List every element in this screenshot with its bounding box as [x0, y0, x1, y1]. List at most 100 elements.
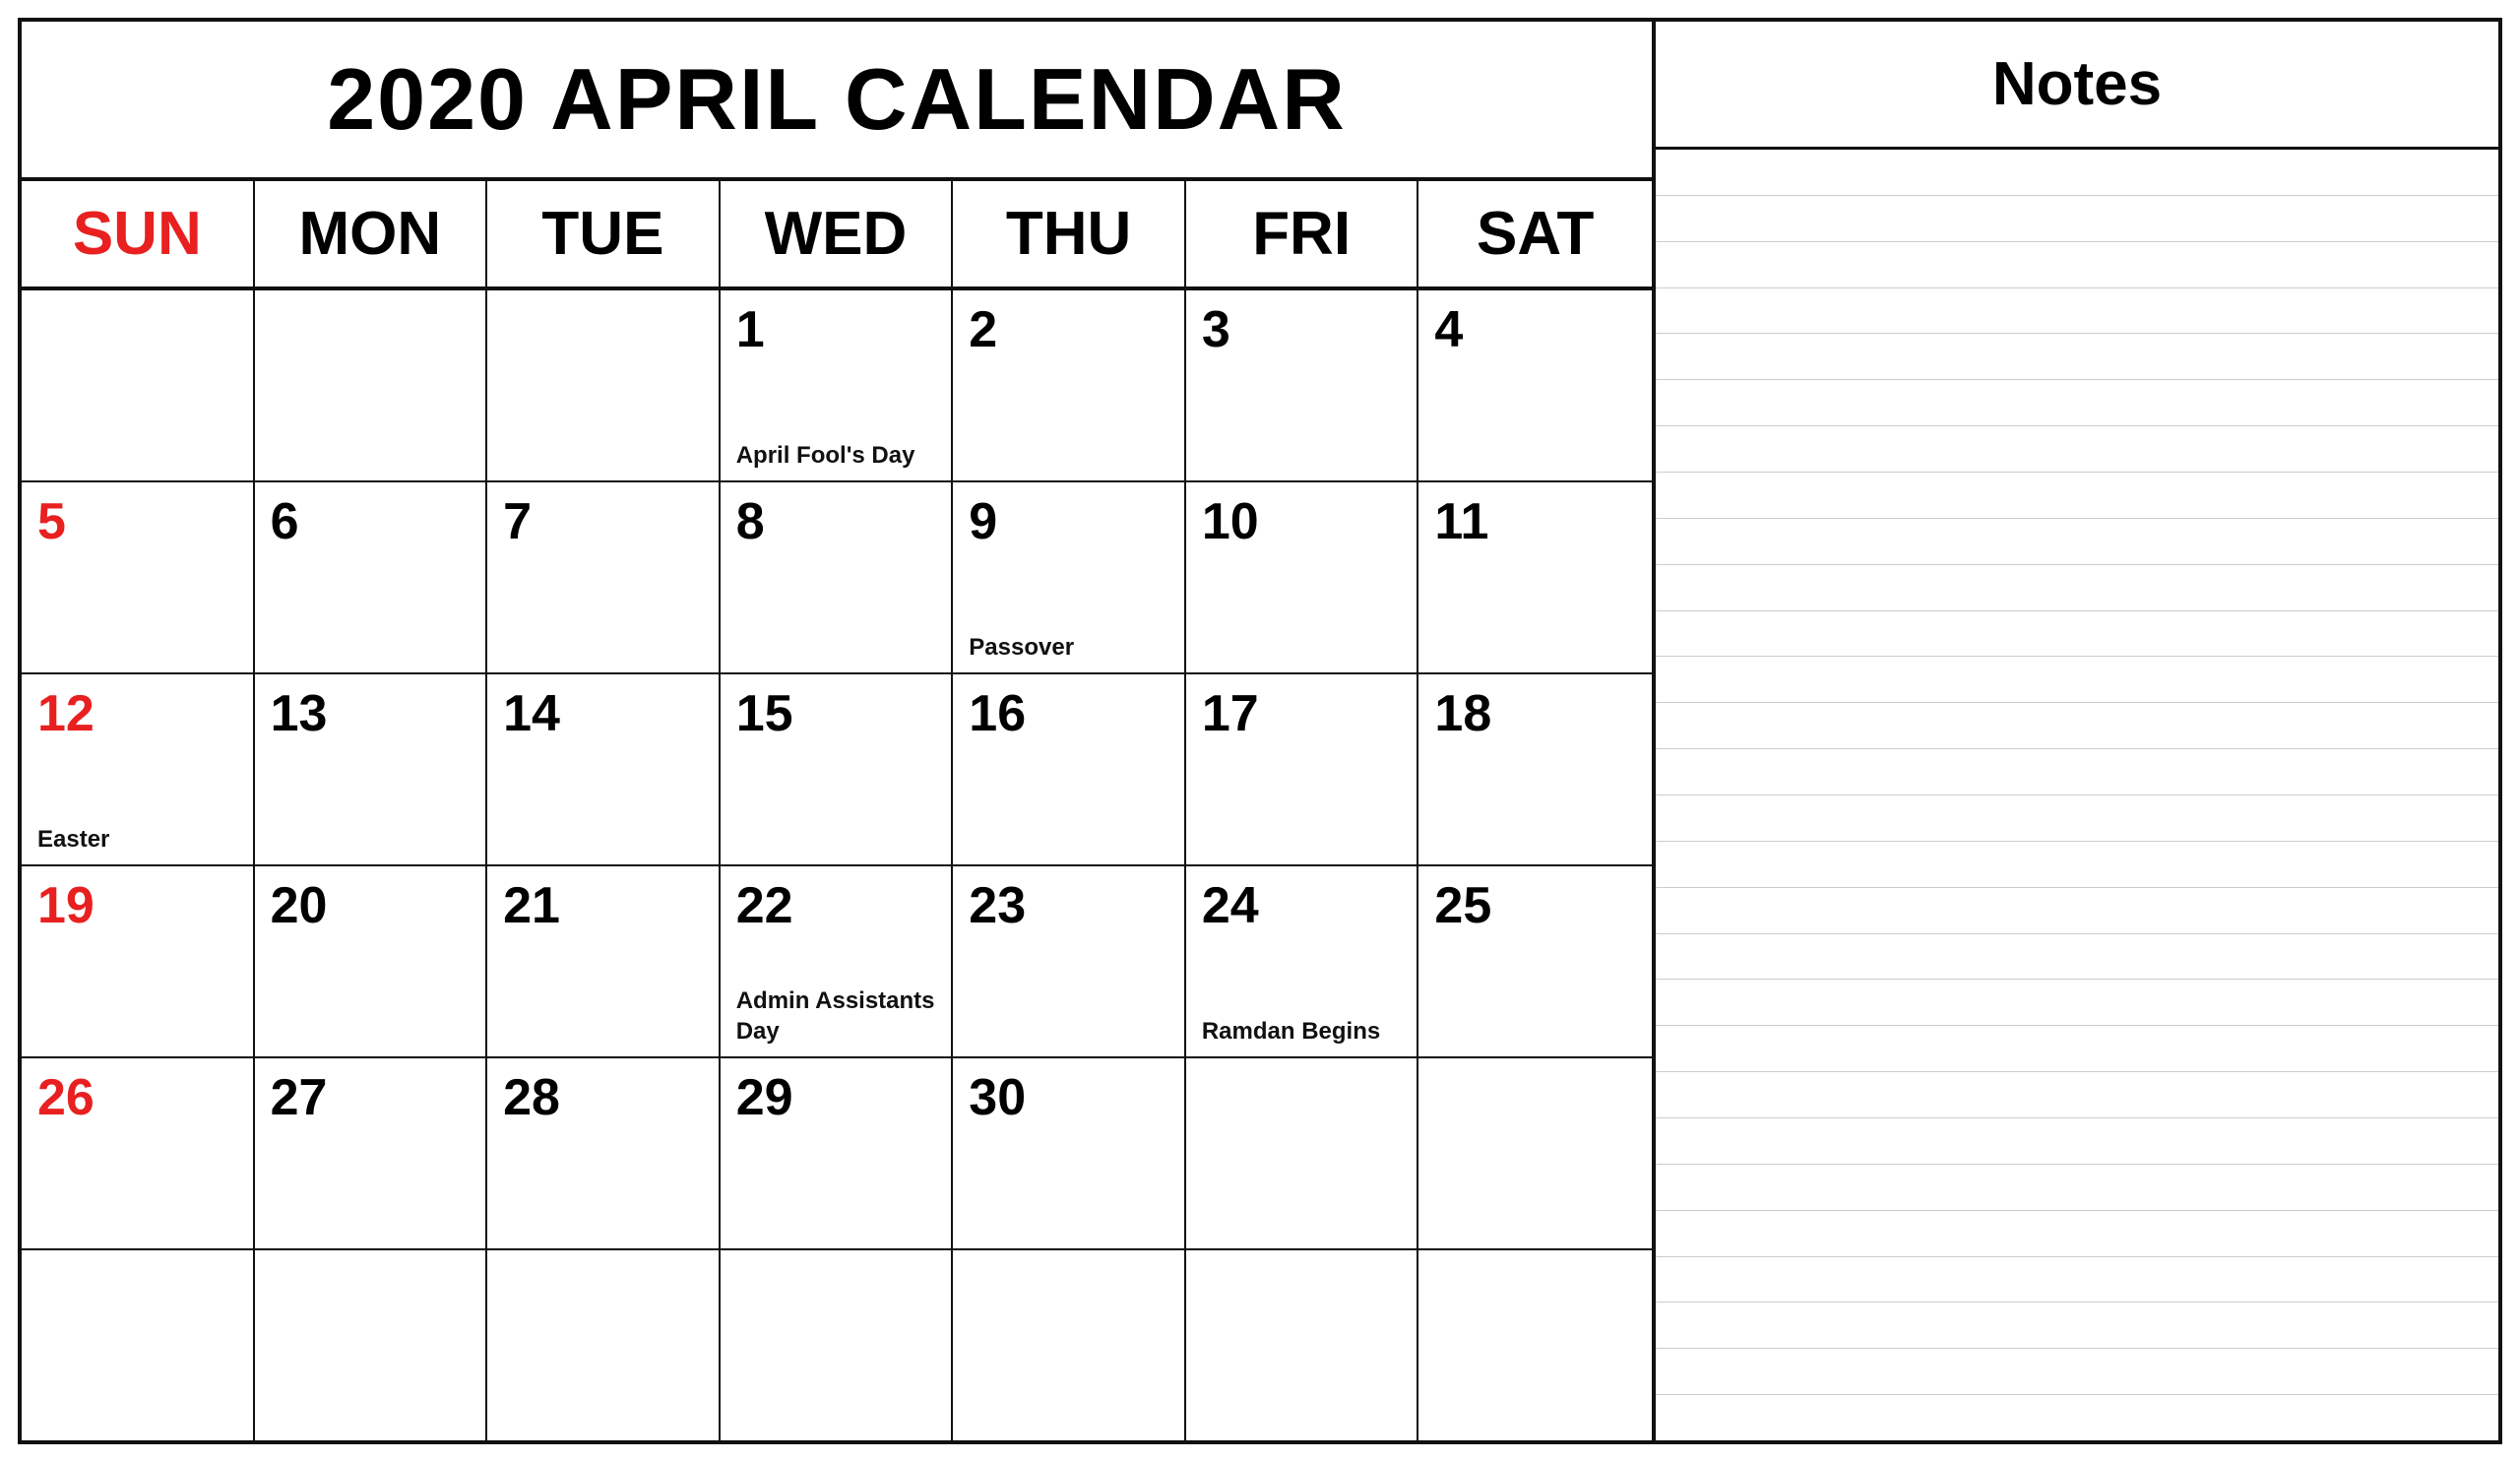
day-headers: SUNMONTUEWEDTHUFRISAT: [22, 181, 1652, 290]
day-number: 7: [503, 496, 532, 547]
day-cell: 8: [721, 482, 954, 672]
day-cell: 14: [487, 674, 721, 864]
notes-lines[interactable]: [1656, 150, 2498, 1440]
week-row-3: 19202122Admin Assistants Day2324Ramdan B…: [22, 866, 1652, 1058]
note-line[interactable]: [1656, 288, 2498, 335]
day-number: 25: [1434, 880, 1491, 931]
day-header-mon: MON: [255, 181, 488, 286]
day-header-thu: THU: [953, 181, 1186, 286]
note-line[interactable]: [1656, 426, 2498, 473]
week-row-4: 26 27 28 29 30: [22, 1058, 1652, 1250]
week-row-2: 12 Easter 13 14 15 16 17 18: [22, 674, 1652, 866]
day-cell: 6: [255, 482, 488, 672]
day-cell: 20: [255, 866, 488, 1056]
note-line[interactable]: [1656, 1165, 2498, 1211]
note-line[interactable]: [1656, 1211, 2498, 1257]
day-number: 14: [503, 688, 560, 739]
day-cell: 5: [22, 482, 255, 672]
day-cell: 12 Easter: [22, 674, 255, 864]
note-line[interactable]: [1656, 749, 2498, 795]
note-line[interactable]: [1656, 888, 2498, 934]
day-number: 20: [271, 880, 328, 931]
day-number: 26: [37, 1072, 94, 1123]
day-cell: 17: [1186, 674, 1419, 864]
day-cell: [953, 1250, 1186, 1440]
note-line[interactable]: [1656, 519, 2498, 565]
day-cell: 28: [487, 1058, 721, 1248]
note-line[interactable]: [1656, 934, 2498, 981]
day-number: 12: [37, 688, 94, 739]
note-line[interactable]: [1656, 611, 2498, 658]
day-cell: 13: [255, 674, 488, 864]
day-number: 30: [969, 1072, 1026, 1123]
note-line[interactable]: [1656, 242, 2498, 288]
day-event: Ramdan Begins: [1202, 1016, 1380, 1047]
day-cell: 19: [22, 866, 255, 1056]
day-cell: 18: [1418, 674, 1652, 864]
calendar-grid: SUNMONTUEWEDTHUFRISAT 1April Fool's Day2…: [22, 181, 1652, 1440]
day-number: 11: [1434, 496, 1488, 547]
day-cell: 10: [1186, 482, 1419, 672]
day-number: 23: [969, 880, 1026, 931]
note-line[interactable]: [1656, 196, 2498, 242]
day-number: 5: [37, 496, 66, 547]
day-number: 28: [503, 1072, 560, 1123]
day-number: 15: [736, 688, 793, 739]
day-number: 29: [736, 1072, 793, 1123]
weeks-container: 1April Fool's Day23456789Passover101112E…: [22, 290, 1652, 1440]
note-line[interactable]: [1656, 795, 2498, 842]
day-cell: 23: [953, 866, 1186, 1056]
note-line[interactable]: [1656, 473, 2498, 519]
day-event: Passover: [969, 632, 1074, 663]
note-line[interactable]: [1656, 565, 2498, 611]
day-number: 17: [1202, 688, 1259, 739]
calendar-section: 2020 APRIL CALENDAR SUNMONTUEWEDTHUFRISA…: [22, 22, 1656, 1440]
calendar-wrapper: 2020 APRIL CALENDAR SUNMONTUEWEDTHUFRISA…: [18, 18, 2502, 1444]
calendar-title: 2020 APRIL CALENDAR: [22, 22, 1652, 181]
day-cell: [255, 1250, 488, 1440]
note-line[interactable]: [1656, 1303, 2498, 1349]
day-cell: [1186, 1058, 1419, 1248]
note-line[interactable]: [1656, 1026, 2498, 1072]
note-line[interactable]: [1656, 150, 2498, 196]
note-line[interactable]: [1656, 1257, 2498, 1303]
note-line[interactable]: [1656, 1395, 2498, 1440]
day-number: 9: [969, 496, 997, 547]
day-number: 27: [271, 1072, 328, 1123]
week-row-1: 5 6 7 89 Passover 10 11: [22, 482, 1652, 674]
note-line[interactable]: [1656, 980, 2498, 1026]
day-event: Admin Assistants Day: [736, 985, 936, 1047]
day-header-tue: TUE: [487, 181, 721, 286]
note-line[interactable]: [1656, 1072, 2498, 1118]
day-number: 24: [1202, 880, 1259, 931]
day-cell: [487, 1250, 721, 1440]
day-cell: [22, 290, 255, 480]
day-cell: [255, 290, 488, 480]
day-cell: 4: [1418, 290, 1652, 480]
day-cell: 11: [1418, 482, 1652, 672]
day-number: 2: [969, 304, 997, 355]
day-event: Easter: [37, 824, 109, 855]
day-number: 19: [37, 880, 94, 931]
day-number: 1: [736, 304, 765, 355]
day-number: 10: [1202, 496, 1259, 547]
day-cell: 16: [953, 674, 1186, 864]
note-line[interactable]: [1656, 334, 2498, 380]
note-line[interactable]: [1656, 380, 2498, 426]
day-cell: 24 Ramdan Begins: [1186, 866, 1419, 1056]
note-line[interactable]: [1656, 1118, 2498, 1165]
day-cell: 27: [255, 1058, 488, 1248]
day-cell: [1186, 1250, 1419, 1440]
note-line[interactable]: [1656, 703, 2498, 749]
notes-section: Notes: [1656, 22, 2498, 1440]
week-row-0: 1April Fool's Day234: [22, 290, 1652, 482]
note-line[interactable]: [1656, 1349, 2498, 1395]
day-cell: [22, 1250, 255, 1440]
day-cell: [721, 1250, 954, 1440]
note-line[interactable]: [1656, 842, 2498, 888]
day-cell: 15: [721, 674, 954, 864]
day-cell: 9 Passover: [953, 482, 1186, 672]
day-header-sun: SUN: [22, 181, 255, 286]
day-number: 6: [271, 496, 299, 547]
note-line[interactable]: [1656, 657, 2498, 703]
